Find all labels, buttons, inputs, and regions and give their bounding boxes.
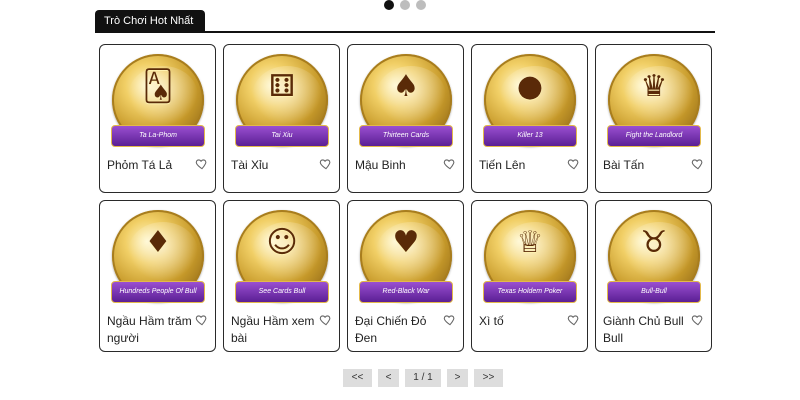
page-indicator: 1 / 1 [405, 369, 441, 387]
game-thumbnail[interactable]: ♠ Thirteen Cards [355, 51, 457, 151]
game-thumbnail[interactable]: ♕ Texas Holdem Poker [479, 207, 581, 307]
heart-icon[interactable] [443, 313, 457, 327]
game-card[interactable]: ♉ Bull-Bull Giành Chủ Bull Bull [595, 200, 712, 352]
prev-page-button[interactable]: < [378, 369, 399, 387]
game-card[interactable]: ♥ Red-Black War Đại Chiến Đỏ Đen [347, 200, 464, 352]
game-banner: Thirteen Cards [359, 125, 453, 147]
game-card[interactable]: ⚅ Tai Xiu Tài Xỉu [223, 44, 340, 193]
heart-icon[interactable] [567, 157, 581, 171]
game-name[interactable]: Mậu Binh [355, 157, 441, 174]
game-name[interactable]: Giành Chủ Bull Bull [603, 313, 689, 347]
game-name[interactable]: Xì tố [479, 313, 565, 330]
revolver-cards-icon: ♠ [392, 69, 420, 104]
game-card[interactable]: ♠ Thirteen Cards Mậu Binh [347, 44, 464, 193]
game-name[interactable]: Tài Xỉu [231, 157, 317, 174]
game-thumbnail[interactable]: ♥ Red-Black War [355, 207, 457, 307]
game-name[interactable]: Bài Tấn [603, 157, 689, 174]
game-thumbnail[interactable]: ♦ Hundreds People Of Bull [107, 207, 209, 307]
next-page-button[interactable]: > [447, 369, 468, 387]
game-name[interactable]: Phỏm Tá Lả [107, 157, 193, 174]
game-name[interactable]: Tiến Lên [479, 157, 565, 174]
heart-icon[interactable] [691, 313, 705, 327]
game-card[interactable]: ♕ Texas Holdem Poker Xì tố [471, 200, 588, 352]
game-banner: Hundreds People Of Bull [111, 281, 205, 303]
game-thumbnail[interactable]: ⚅ Tai Xiu [231, 51, 333, 151]
game-banner: Texas Holdem Poker [483, 281, 577, 303]
heart-icon[interactable] [691, 157, 705, 171]
game-banner: See Cards Bull [235, 281, 329, 303]
dice-cup-icon: ⚅ [268, 69, 296, 104]
game-name[interactable]: Đại Chiến Đỏ Đen [355, 313, 441, 347]
section-header: Trò Chơi Hot Nhất [95, 10, 715, 33]
section-title: Trò Chơi Hot Nhất [95, 10, 205, 33]
game-card[interactable]: ● Killer 13 Tiến Lên [471, 44, 588, 193]
game-banner: Killer 13 [483, 125, 577, 147]
landlord-icon: ♛ [640, 69, 668, 104]
game-thumbnail[interactable]: ● Killer 13 [479, 51, 581, 151]
game-banner: Ta La-Phom [111, 125, 205, 147]
bomb-icon: ● [516, 69, 544, 104]
heart-icon[interactable] [195, 157, 209, 171]
game-card[interactable]: 🂡 Ta La-Phom Phỏm Tá Lả [99, 44, 216, 193]
game-card[interactable]: ☺ See Cards Bull Ngầu Hầm xem bài [223, 200, 340, 352]
game-name[interactable]: Ngầu Hầm xem bài [231, 313, 317, 347]
game-thumbnail[interactable]: ☺ See Cards Bull [231, 207, 333, 307]
pagination: << < 1 / 1 > >> [343, 369, 503, 387]
carousel-dot-2[interactable] [400, 0, 410, 10]
game-thumbnail[interactable]: ♉ Bull-Bull [603, 207, 705, 307]
carousel-dot-1[interactable] [384, 0, 394, 10]
heart-icon[interactable] [319, 313, 333, 327]
game-banner: Tai Xiu [235, 125, 329, 147]
carousel-dots [384, 0, 426, 10]
bull-head-icon: ♉ [640, 225, 668, 260]
game-thumbnail[interactable]: ♛ Fight the Landlord [603, 51, 705, 151]
game-banner: Red-Black War [359, 281, 453, 303]
heart-icon[interactable] [195, 313, 209, 327]
vs-icon: ♥ [392, 225, 420, 260]
game-banner: Bull-Bull [607, 281, 701, 303]
last-page-button[interactable]: >> [474, 369, 503, 387]
heart-icon[interactable] [567, 313, 581, 327]
bull-cards-icon: ♦ [144, 225, 172, 260]
game-grid: 🂡 Ta La-Phom Phỏm Tá Lả ⚅ Tai Xiu Tài Xỉ… [99, 44, 712, 352]
game-banner: Fight the Landlord [607, 125, 701, 147]
game-thumbnail[interactable]: 🂡 Ta La-Phom [107, 51, 209, 151]
game-card[interactable]: ♛ Fight the Landlord Bài Tấn [595, 44, 712, 193]
heart-icon[interactable] [443, 157, 457, 171]
cards-icon: 🂡 [142, 69, 174, 104]
crown-icon: ♕ [516, 225, 544, 260]
game-name[interactable]: Ngầu Hầm trăm người [107, 313, 193, 347]
heart-icon[interactable] [319, 157, 333, 171]
carousel-dot-3[interactable] [416, 0, 426, 10]
game-card[interactable]: ♦ Hundreds People Of Bull Ngầu Hầm trăm … [99, 200, 216, 352]
cartoon-bull-icon: ☺ [266, 225, 298, 260]
first-page-button[interactable]: << [343, 369, 372, 387]
